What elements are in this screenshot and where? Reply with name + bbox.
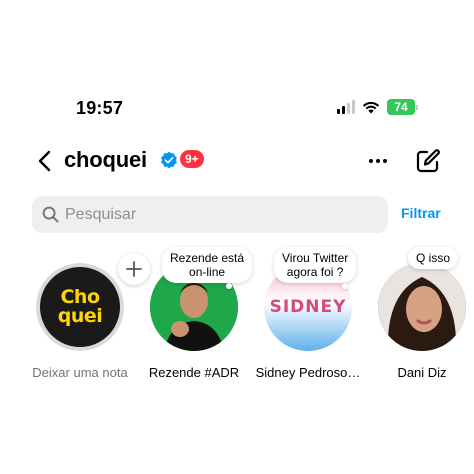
note-item-rezende[interactable]: Rezende está on-line Rezende #ADR — [134, 245, 254, 385]
person-photo — [378, 263, 466, 351]
note-author-name: Deixar uma nota — [32, 365, 128, 380]
note-item-sidney[interactable]: SIDNEY Virou Twitter agora foi ? Sidney … — [248, 245, 368, 385]
account-title[interactable]: choquei — [64, 147, 147, 173]
filter-button[interactable]: Filtrar — [401, 205, 441, 221]
notes-row: Cho quei Deixar uma nota Rezende está on… — [0, 245, 474, 395]
note-item-own[interactable]: Cho quei Deixar uma nota — [20, 245, 150, 385]
search-input[interactable] — [65, 205, 365, 224]
status-time: 19:57 — [76, 98, 124, 118]
note-bubble[interactable]: Q isso — [408, 247, 459, 269]
avatar[interactable] — [378, 263, 466, 351]
cellular-signal-icon — [337, 100, 355, 114]
more-options-icon[interactable] — [368, 151, 388, 171]
battery-icon: 74 — [387, 99, 418, 115]
note-bubble[interactable]: Virou Twitter agora foi ? — [274, 247, 357, 283]
status-icons: 74 — [337, 99, 418, 115]
battery-level: 74 — [387, 99, 415, 115]
wifi-icon — [362, 101, 380, 114]
sidney-logo: SIDNEY — [269, 297, 347, 317]
back-chevron-icon[interactable] — [34, 149, 58, 173]
avatar[interactable]: Cho quei — [36, 263, 124, 351]
note-author-name: Rezende #ADR — [148, 365, 240, 380]
note-item-dani[interactable]: Q isso Dani Diz — [362, 245, 474, 385]
search-bar[interactable] — [32, 196, 388, 233]
compose-message-icon[interactable] — [415, 148, 441, 174]
choquei-logo: Cho quei — [40, 267, 120, 347]
search-icon — [42, 206, 59, 223]
verified-badge-icon — [161, 151, 177, 169]
note-bubble[interactable]: Rezende está on-line — [162, 247, 253, 283]
notification-count-badge: 9+ — [180, 150, 204, 168]
note-author-name: Sidney Pedroso… — [255, 365, 361, 380]
note-author-name: Dani Diz — [397, 365, 447, 380]
header: choquei 9+ — [0, 143, 474, 179]
